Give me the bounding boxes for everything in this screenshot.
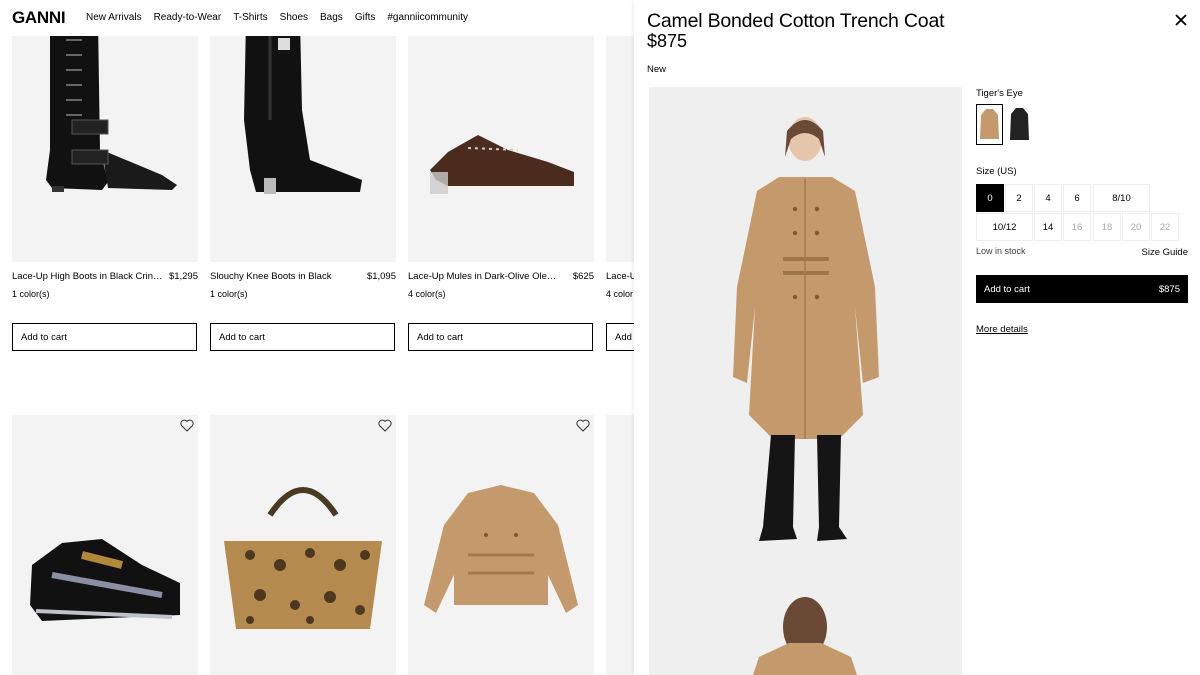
add-to-cart-button[interactable]: Add to cart	[408, 323, 593, 351]
product-price: $1,295	[168, 271, 198, 282]
size-option-8-10[interactable]: 8/10	[1093, 184, 1150, 212]
add-to-cart-button[interactable]: Add to cart	[12, 323, 197, 351]
nav-gifts[interactable]: Gifts	[355, 12, 376, 23]
add-to-cart-button[interactable]: Add to cart $875	[976, 275, 1188, 303]
stock-status: Low in stock	[976, 246, 1026, 256]
nav-bags[interactable]: Bags	[320, 12, 343, 23]
product-colors-count: 4 color	[606, 289, 634, 299]
heart-icon[interactable]	[180, 419, 194, 432]
size-option-16[interactable]: 16	[1063, 213, 1091, 241]
product-colors-count: 1 color(s)	[210, 289, 248, 299]
product-name[interactable]: Lace-Up Mules in Dark-Olive Oleatex	[408, 271, 560, 282]
size-option-6[interactable]: 6	[1063, 184, 1091, 212]
selected-color-name: Tiger's Eye	[976, 88, 1023, 99]
size-option-18[interactable]: 18	[1093, 213, 1121, 241]
brand-logo[interactable]: GANNI	[12, 8, 66, 28]
product-colors-count: 4 color(s)	[408, 289, 446, 299]
nav-shoes[interactable]: Shoes	[280, 12, 308, 23]
nav-t-shirts[interactable]: T-Shirts	[233, 12, 267, 23]
product-image[interactable]	[210, 415, 396, 675]
add-to-cart-button[interactable]: Add to cart	[210, 323, 395, 351]
product-image[interactable]	[408, 415, 594, 675]
size-option-10-12[interactable]: 10/12	[976, 213, 1033, 241]
product-price: $1,095	[366, 271, 396, 282]
product-title: Camel Bonded Cotton Trench Coat	[647, 10, 945, 32]
close-icon[interactable]	[1174, 13, 1188, 27]
size-option-20[interactable]: 20	[1122, 213, 1150, 241]
product-image[interactable]	[408, 0, 594, 262]
add-to-cart-price: $875	[1158, 283, 1180, 295]
nav-ready-to-wear[interactable]: Ready-to-Wear	[154, 12, 222, 23]
size-option-2[interactable]: 2	[1005, 184, 1033, 212]
heart-icon[interactable]	[576, 419, 590, 432]
size-label: Size (US)	[976, 166, 1017, 177]
product-photo[interactable]	[649, 87, 962, 675]
heart-icon[interactable]	[378, 419, 392, 432]
product-image[interactable]	[12, 415, 198, 675]
size-option-22[interactable]: 22	[1151, 213, 1179, 241]
more-details-link[interactable]: More details	[976, 324, 1028, 335]
product-image[interactable]	[210, 0, 396, 262]
add-to-cart-label: Add to cart	[984, 283, 1030, 295]
nav-new-arrivals[interactable]: New Arrivals	[86, 12, 142, 23]
size-option-4[interactable]: 4	[1034, 184, 1062, 212]
size-option-0[interactable]: 0	[976, 184, 1004, 212]
quick-view-drawer: Camel Bonded Cotton Trench Coat $875 New	[634, 0, 1200, 675]
new-badge: New	[647, 64, 667, 75]
size-option-14[interactable]: 14	[1034, 213, 1062, 241]
nav-community[interactable]: #ganniicommunity	[387, 12, 468, 23]
size-guide-link[interactable]: Size Guide	[1142, 247, 1188, 258]
product-name[interactable]: Slouchy Knee Boots in Black	[210, 271, 362, 282]
product-colors-count: 1 color(s)	[12, 289, 50, 299]
main-nav: New Arrivals Ready-to-Wear T-Shirts Shoe…	[86, 12, 468, 23]
product-name[interactable]: Lace-Up High Boots in Black Crinkled	[12, 271, 164, 282]
product-price: $875	[647, 31, 688, 51]
product-price: $625	[572, 271, 594, 282]
product-image[interactable]	[12, 0, 198, 262]
color-swatch-black[interactable]	[1006, 104, 1033, 145]
color-swatch-camel[interactable]	[976, 104, 1003, 145]
